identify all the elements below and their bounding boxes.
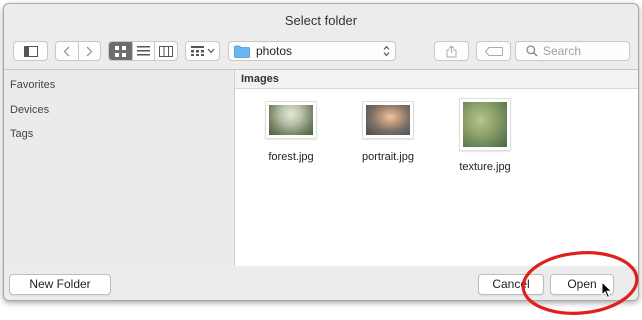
list-icon (137, 46, 150, 56)
file-item-portrait[interactable]: portrait.jpg (338, 102, 438, 163)
tag-button[interactable] (476, 41, 511, 61)
cancel-button[interactable]: Cancel (478, 274, 544, 295)
file-name: portrait.jpg (362, 151, 414, 163)
search-icon (526, 45, 538, 57)
mouse-cursor-icon (601, 281, 613, 299)
browser-panes: Favorites Devices Tags Images forest.jpg… (4, 69, 638, 267)
share-icon (446, 44, 457, 57)
file-item-forest[interactable]: forest.jpg (241, 102, 341, 163)
tag-icon (484, 46, 503, 56)
location-label: photos (256, 44, 293, 58)
search-placeholder: Search (543, 44, 582, 58)
history-nav (55, 41, 101, 61)
icon-view-button[interactable] (109, 42, 132, 60)
up-down-chevron-icon (383, 45, 390, 57)
texture-thumbnail (460, 99, 510, 150)
back-button[interactable] (56, 42, 78, 60)
sidebar: Favorites Devices Tags (4, 70, 235, 266)
file-name: texture.jpg (459, 161, 511, 173)
new-folder-button[interactable]: New Folder (9, 274, 111, 295)
list-view-button[interactable] (133, 42, 155, 60)
forward-button[interactable] (79, 42, 101, 60)
file-item-texture[interactable]: texture.jpg (435, 99, 535, 173)
columns-icon (159, 45, 174, 57)
arrange-grid-icon (190, 46, 204, 56)
file-name: forest.jpg (268, 151, 314, 163)
location-popup[interactable]: photos (228, 41, 396, 61)
folder-icon (234, 45, 250, 58)
grid-icon (114, 45, 126, 57)
chevron-right-icon (86, 46, 93, 56)
share-button[interactable] (434, 41, 469, 61)
sidebar-toggle-button[interactable] (13, 41, 48, 61)
column-view-button[interactable] (155, 42, 177, 60)
chevron-left-icon (63, 46, 70, 56)
portrait-thumbnail (363, 102, 413, 138)
group-header: Images (235, 70, 638, 89)
sidebar-item-tags[interactable]: Tags (10, 128, 33, 140)
select-folder-dialog: Select folder photos Search Favorites De… (3, 3, 639, 301)
arrange-button[interactable] (185, 41, 220, 61)
sidebar-icon (23, 45, 38, 57)
file-browser: Images forest.jpg portrait.jpg texture.j… (235, 70, 638, 266)
dialog-footer: New Folder Cancel Open (4, 266, 638, 300)
search-field[interactable]: Search (515, 41, 630, 61)
chevron-down-icon (207, 48, 214, 54)
sidebar-item-devices[interactable]: Devices (10, 104, 49, 116)
view-mode-control (108, 41, 178, 61)
forest-thumbnail (266, 102, 316, 138)
sidebar-item-favorites[interactable]: Favorites (10, 79, 55, 91)
dialog-title: Select folder (284, 13, 358, 28)
